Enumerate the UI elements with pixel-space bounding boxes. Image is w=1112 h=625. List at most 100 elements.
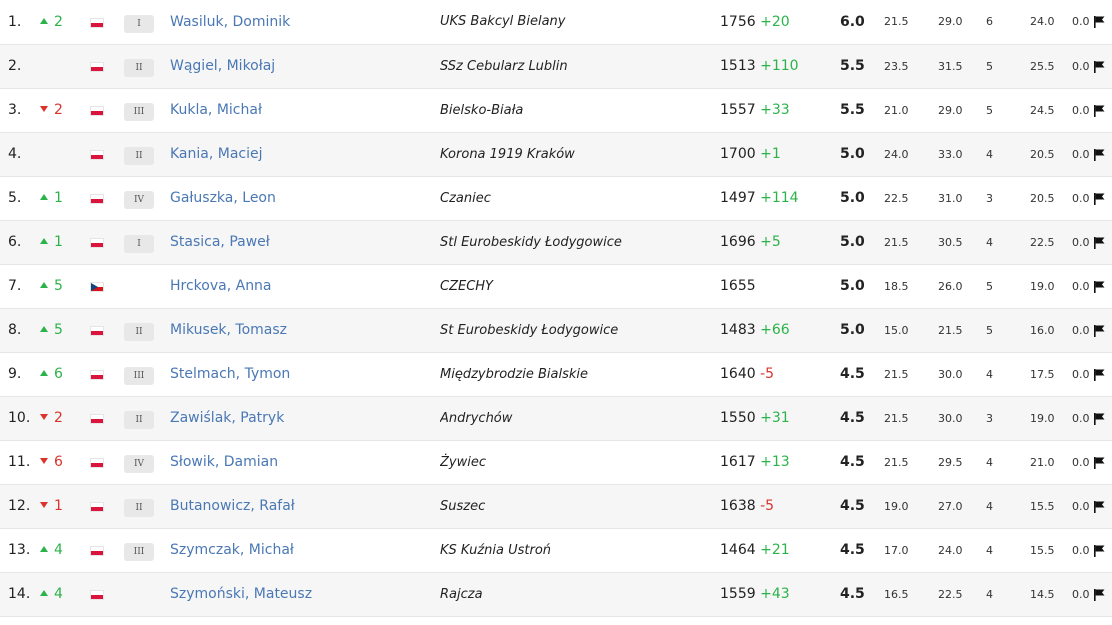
tiebreak-1: 16.5 xyxy=(884,572,938,617)
tiebreak-5: 0.0 xyxy=(1072,352,1112,397)
tiebreak-4: 14.5 xyxy=(1030,572,1072,617)
flag-cell xyxy=(90,572,124,617)
tiebreak-4: 16.0 xyxy=(1030,308,1072,353)
standings-table: 1. 2 I Wasiluk, Dominik UKS Bakcyl Biela… xyxy=(0,0,1112,617)
rating: 1617 +13 xyxy=(720,440,840,485)
player-club: Korona 1919 Kraków xyxy=(440,132,720,177)
category-cell: II xyxy=(124,308,170,353)
player-name-link[interactable]: Butanowicz, Rafał xyxy=(170,484,440,529)
flag-marker-icon[interactable] xyxy=(1093,456,1105,469)
country-flag-icon xyxy=(90,106,104,116)
standings-row: 8. 5 II Mikusek, Tomasz St Eurobeskidy Ł… xyxy=(0,308,1112,353)
tiebreak-1: 15.0 xyxy=(884,308,938,353)
player-name-link[interactable]: Mikusek, Tomasz xyxy=(170,308,440,353)
tiebreak-2: 27.0 xyxy=(938,484,986,529)
points: 5.0 xyxy=(840,132,884,177)
player-club: UKS Bakcyl Bielany xyxy=(440,0,720,45)
tiebreak-2: 21.5 xyxy=(938,308,986,353)
flag-marker-icon[interactable] xyxy=(1093,368,1105,381)
player-name-link[interactable]: Hrckova, Anna xyxy=(170,264,440,309)
category-badge: II xyxy=(124,147,154,165)
category-cell xyxy=(124,572,170,617)
tiebreak-2: 31.5 xyxy=(938,44,986,89)
flag-marker-icon[interactable] xyxy=(1093,16,1105,29)
flag-marker-icon[interactable] xyxy=(1093,324,1105,337)
rating-change: +33 xyxy=(760,102,790,118)
category-cell: III xyxy=(124,352,170,397)
tiebreak-2: 24.0 xyxy=(938,528,986,573)
flag-marker-icon[interactable] xyxy=(1093,60,1105,73)
category-cell: I xyxy=(124,220,170,265)
rank-change-arrow-icon xyxy=(40,238,48,244)
category-badge: III xyxy=(124,103,154,121)
standings-row: 10. 2 II Zawiślak, Patryk Andrychów 1550… xyxy=(0,396,1112,441)
player-name-link[interactable]: Zawiślak, Patryk xyxy=(170,396,440,441)
rank: 6. xyxy=(0,220,40,265)
rank: 3. xyxy=(0,88,40,133)
rank-change-arrow-icon xyxy=(40,282,48,288)
rating-change: -5 xyxy=(760,498,775,514)
player-name-link[interactable]: Szymczak, Michał xyxy=(170,528,440,573)
rank: 2. xyxy=(0,44,40,89)
tiebreak-4: 19.0 xyxy=(1030,264,1072,309)
rating-change: +21 xyxy=(760,542,790,558)
flag-cell xyxy=(90,440,124,485)
rating: 1483 +66 xyxy=(720,308,840,353)
rank-change: 4 xyxy=(40,528,90,573)
tiebreak-1: 21.5 xyxy=(884,440,938,485)
standings-row: 13. 4 III Szymczak, Michał KS Kuźnia Ust… xyxy=(0,528,1112,573)
points: 6.0 xyxy=(840,0,884,45)
rank-change xyxy=(40,44,90,89)
player-name-link[interactable]: Stelmach, Tymon xyxy=(170,352,440,397)
player-club: Suszec xyxy=(440,484,720,529)
player-name-link[interactable]: Kukla, Michał xyxy=(170,88,440,133)
flag-marker-icon[interactable] xyxy=(1093,588,1105,601)
rating: 1696 +5 xyxy=(720,220,840,265)
tiebreak-1: 21.5 xyxy=(884,396,938,441)
country-flag-icon xyxy=(90,150,104,160)
tiebreak-5: 0.0 xyxy=(1072,88,1112,133)
flag-marker-icon[interactable] xyxy=(1093,544,1105,557)
tiebreak-3: 3 xyxy=(986,176,1030,221)
tiebreak-3: 5 xyxy=(986,44,1030,89)
tiebreak-5: 0.0 xyxy=(1072,440,1112,485)
player-name-link[interactable]: Kania, Maciej xyxy=(170,132,440,177)
category-cell: II xyxy=(124,396,170,441)
category-badge: II xyxy=(124,323,154,341)
tiebreak-5: 0.0 xyxy=(1072,484,1112,529)
rank-change: 1 xyxy=(40,220,90,265)
tiebreak-2: 29.0 xyxy=(938,88,986,133)
rating: 1640 -5 xyxy=(720,352,840,397)
points: 4.5 xyxy=(840,396,884,441)
player-name-link[interactable]: Słowik, Damian xyxy=(170,440,440,485)
flag-marker-icon[interactable] xyxy=(1093,280,1105,293)
flag-marker-icon[interactable] xyxy=(1093,236,1105,249)
country-flag-icon xyxy=(90,546,104,556)
flag-cell xyxy=(90,396,124,441)
flag-marker-icon[interactable] xyxy=(1093,148,1105,161)
tiebreak-2: 29.0 xyxy=(938,0,986,45)
rank-change-arrow-icon xyxy=(40,590,48,596)
rating: 1497 +114 xyxy=(720,176,840,221)
category-badge: III xyxy=(124,543,154,561)
flag-marker-icon[interactable] xyxy=(1093,192,1105,205)
category-badge: I xyxy=(124,14,154,33)
rank: 5. xyxy=(0,176,40,221)
tiebreak-4: 20.5 xyxy=(1030,176,1072,221)
rating: 1464 +21 xyxy=(720,528,840,573)
player-name-link[interactable]: Wągiel, Mikołaj xyxy=(170,44,440,89)
flag-marker-icon[interactable] xyxy=(1093,500,1105,513)
tiebreak-5: 0.0 xyxy=(1072,44,1112,89)
player-name-link[interactable]: Gałuszka, Leon xyxy=(170,176,440,221)
standings-row: 5. 1 IV Gałuszka, Leon Czaniec 1497 +114… xyxy=(0,176,1112,221)
player-name-link[interactable]: Stasica, Paweł xyxy=(170,220,440,265)
player-name-link[interactable]: Szymoński, Mateusz xyxy=(170,572,440,617)
flag-marker-icon[interactable] xyxy=(1093,412,1105,425)
rating-change: +66 xyxy=(760,322,790,338)
player-club: SSz Cebularz Lublin xyxy=(440,44,720,89)
player-name-link[interactable]: Wasiluk, Dominik xyxy=(170,0,440,45)
flag-marker-icon[interactable] xyxy=(1093,104,1105,117)
standings-row: 2. II Wągiel, Mikołaj SSz Cebularz Lubli… xyxy=(0,44,1112,89)
rank-change-arrow-icon xyxy=(40,414,48,420)
points: 4.5 xyxy=(840,572,884,617)
